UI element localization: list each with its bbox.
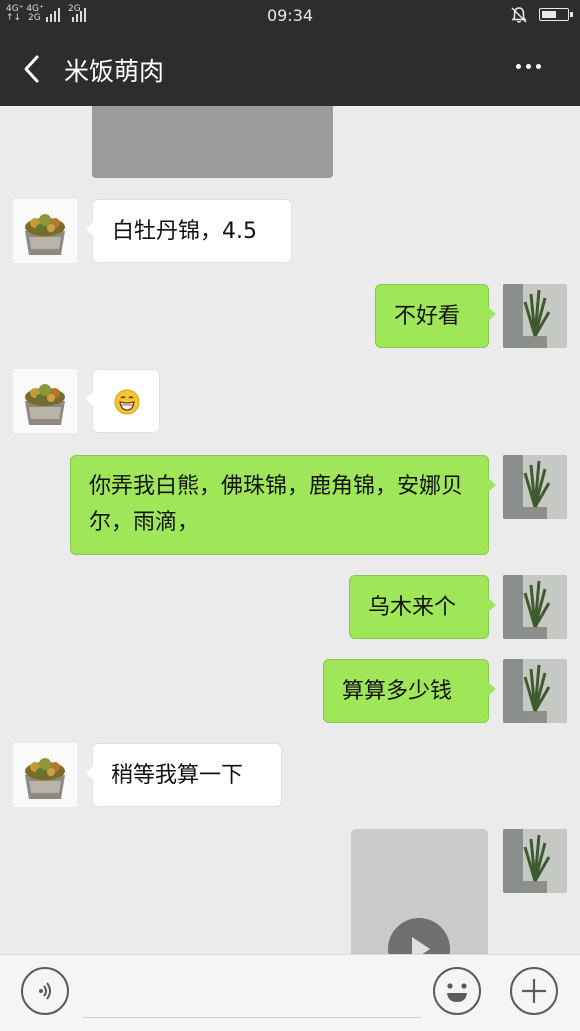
- message-bubble-incoming[interactable]: [86, 369, 160, 433]
- chat-area[interactable]: 白牡丹锦，4.5 不好看 你弄我白熊，佛珠锦，鹿角锦，安娜贝尔，雨滴， 乌木来个…: [0, 106, 580, 954]
- emoji-icon[interactable]: [433, 967, 481, 1015]
- message-bubble-incoming[interactable]: 白牡丹锦，4.5: [86, 199, 292, 263]
- message-input[interactable]: [83, 1017, 421, 1018]
- my-avatar[interactable]: [503, 284, 567, 348]
- my-avatar[interactable]: [503, 455, 567, 519]
- message-bubble-outgoing[interactable]: 乌木来个: [349, 575, 496, 639]
- contact-avatar[interactable]: [13, 743, 77, 807]
- message-text: 不好看: [394, 304, 461, 329]
- message-text: 乌木来个: [368, 595, 457, 620]
- message-bubble-outgoing[interactable]: 算算多少钱: [323, 659, 496, 723]
- contact-avatar[interactable]: [13, 199, 77, 263]
- video-message[interactable]: [351, 829, 488, 954]
- more-icon[interactable]: [516, 64, 541, 69]
- chat-header: 米饭萌肉: [0, 30, 580, 106]
- plus-icon[interactable]: [510, 967, 558, 1015]
- chat-title: 米饭萌肉: [64, 57, 165, 86]
- message-text: 稍等我算一下: [111, 763, 244, 788]
- chevron-left-icon[interactable]: [18, 54, 46, 84]
- image-message[interactable]: [92, 106, 333, 178]
- message-text: 你弄我白熊，佛珠锦，鹿角锦，安娜贝尔，雨滴，: [89, 474, 464, 535]
- contact-avatar[interactable]: [13, 369, 77, 433]
- my-avatar[interactable]: [503, 829, 567, 893]
- play-icon[interactable]: [388, 918, 450, 954]
- message-bubble-incoming[interactable]: 稍等我算一下: [86, 743, 282, 807]
- grinning-emoji-icon: [114, 389, 140, 415]
- message-bubble-outgoing[interactable]: 你弄我白熊，佛珠锦，鹿角锦，安娜贝尔，雨滴，: [70, 455, 496, 555]
- status-bar: 4G⁺ 4G⁺ 2G ↑↓ 2G 09:34: [0, 0, 580, 30]
- bell-off-icon: [511, 7, 527, 23]
- my-avatar[interactable]: [503, 659, 567, 723]
- my-avatar[interactable]: [503, 575, 567, 639]
- message-text: 白牡丹锦，4.5: [112, 219, 257, 244]
- input-bar: [0, 954, 580, 1031]
- battery-icon: [539, 8, 573, 21]
- status-time: 09:34: [266, 6, 314, 25]
- message-bubble-outgoing[interactable]: 不好看: [375, 284, 496, 348]
- voice-icon[interactable]: [21, 967, 69, 1015]
- message-text: 算算多少钱: [342, 679, 453, 704]
